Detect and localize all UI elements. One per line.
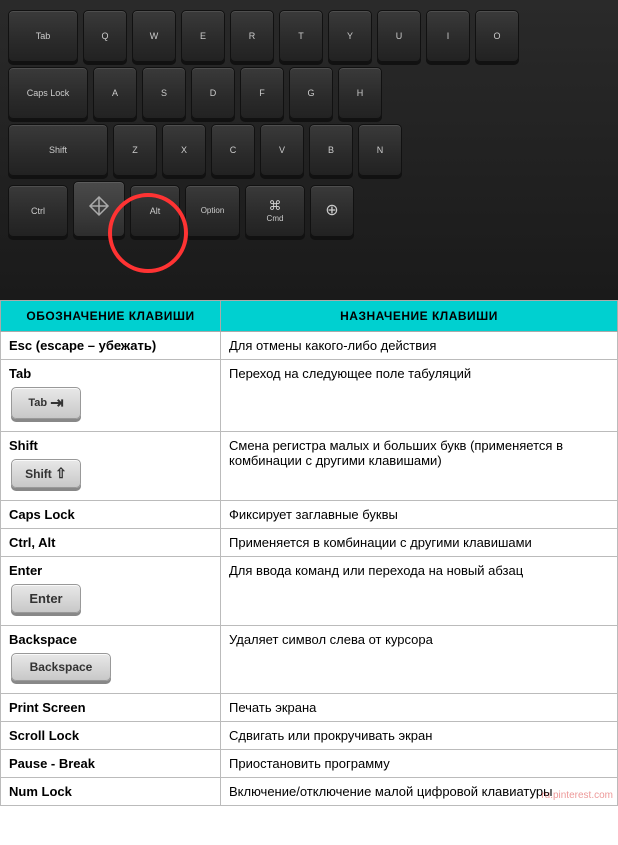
key-name-printscreen: Print Screen bbox=[1, 694, 221, 722]
backspace-key-illustration: Backspace bbox=[11, 653, 111, 681]
key-e[interactable]: E bbox=[181, 10, 225, 62]
key-d[interactable]: D bbox=[191, 67, 235, 119]
key-name-numlock: Num Lock bbox=[1, 778, 221, 806]
key-row-4: Ctrl Alt Option ⌘ Cmd bbox=[8, 181, 610, 237]
key-shift-left[interactable]: Shift bbox=[8, 124, 108, 176]
key-o[interactable]: O bbox=[475, 10, 519, 62]
key-cmd[interactable]: ⌘ Cmd bbox=[245, 185, 305, 237]
table-row-esc: Esc (escape – убежать) Для отмены какого… bbox=[1, 332, 618, 360]
key-tab[interactable]: Tab bbox=[8, 10, 78, 62]
key-desc-pause: Приостановить программу bbox=[221, 750, 618, 778]
key-desc-scrolllock: Сдвигать или прокручивать экран bbox=[221, 722, 618, 750]
key-i[interactable]: I bbox=[426, 10, 470, 62]
key-name-ctrl-alt: Ctrl, Alt bbox=[1, 529, 221, 557]
key-name-esc: Esc (escape – убежать) bbox=[1, 332, 221, 360]
key-q[interactable]: Q bbox=[83, 10, 127, 62]
table-row-pause: Pause - Break Приостановить программу bbox=[1, 750, 618, 778]
table-row-scrolllock: Scroll Lock Сдвигать или прокручивать эк… bbox=[1, 722, 618, 750]
key-desc-printscreen: Печать экрана bbox=[221, 694, 618, 722]
key-a[interactable]: A bbox=[93, 67, 137, 119]
key-reference-table: ОБОЗНАЧЕНИЕ КЛАВИШИ НАЗНАЧЕНИЕ КЛАВИШИ E… bbox=[0, 300, 618, 806]
key-v[interactable]: V bbox=[260, 124, 304, 176]
enter-key-illustration: Enter bbox=[11, 584, 81, 613]
keyboard-reference-table: ОБОЗНАЧЕНИЕ КЛАВИШИ НАЗНАЧЕНИЕ КЛАВИШИ E… bbox=[0, 300, 618, 806]
key-desc-shift: Смена регистра малых и больших букв (при… bbox=[221, 432, 618, 501]
table-row-enter: Enter Enter Для ввода команд или переход… bbox=[1, 557, 618, 626]
key-row-2: Caps Lock A S D F G H bbox=[8, 67, 610, 119]
key-alt[interactable]: Alt bbox=[130, 185, 180, 237]
key-y[interactable]: Y bbox=[328, 10, 372, 62]
key-name-scrolllock: Scroll Lock bbox=[1, 722, 221, 750]
key-caps-lock[interactable]: Caps Lock bbox=[8, 67, 88, 119]
key-ctrl[interactable]: Ctrl bbox=[8, 185, 68, 237]
key-caps-lock-label: Caps Lock bbox=[27, 88, 70, 99]
key-f[interactable]: F bbox=[240, 67, 284, 119]
key-shift-label: Shift bbox=[49, 145, 67, 156]
key-windows[interactable] bbox=[73, 181, 125, 237]
key-globe[interactable]: ⊕ bbox=[310, 185, 354, 237]
key-x[interactable]: X bbox=[162, 124, 206, 176]
key-h[interactable]: H bbox=[338, 67, 382, 119]
key-desc-enter: Для ввода команд или перехода на новый а… bbox=[221, 557, 618, 626]
key-desc-ctrl-alt: Применяется в комбинации с другими клави… bbox=[221, 529, 618, 557]
key-row-3: Shift Z X C V B N bbox=[8, 124, 610, 176]
watermark: ru.pinterest.com bbox=[541, 790, 613, 801]
key-option[interactable]: Option bbox=[185, 185, 240, 237]
keyboard-image: Tab Q W E R T Y U I O Caps Lock A S D F … bbox=[0, 0, 618, 300]
table-row-backspace: Backspace Backspace Удаляет символ слева… bbox=[1, 626, 618, 694]
key-r[interactable]: R bbox=[230, 10, 274, 62]
table-row-printscreen: Print Screen Печать экрана bbox=[1, 694, 618, 722]
tab-key-illustration: Tab ⇥ bbox=[11, 387, 81, 419]
key-b[interactable]: B bbox=[309, 124, 353, 176]
table-row-shift: Shift Shift ⇧ Смена регистра малых и бол… bbox=[1, 432, 618, 501]
key-w[interactable]: W bbox=[132, 10, 176, 62]
key-name-shift: Shift Shift ⇧ bbox=[1, 432, 221, 501]
key-name-capslock: Caps Lock bbox=[1, 501, 221, 529]
key-s[interactable]: S bbox=[142, 67, 186, 119]
key-name-tab: Tab Tab ⇥ bbox=[1, 360, 221, 432]
globe-icon: ⊕ bbox=[325, 201, 338, 220]
table-row-tab: Tab Tab ⇥ Переход на следующее поле табу… bbox=[1, 360, 618, 432]
col-header-description: НАЗНАЧЕНИЕ КЛАВИШИ bbox=[221, 301, 618, 332]
key-desc-backspace: Удаляет символ слева от курсора bbox=[221, 626, 618, 694]
shift-key-illustration: Shift ⇧ bbox=[11, 459, 81, 488]
key-name-enter: Enter Enter bbox=[1, 557, 221, 626]
windows-logo-icon bbox=[87, 194, 111, 224]
key-z[interactable]: Z bbox=[113, 124, 157, 176]
key-t[interactable]: T bbox=[279, 10, 323, 62]
key-desc-capslock: Фиксирует заглавные буквы bbox=[221, 501, 618, 529]
key-u[interactable]: U bbox=[377, 10, 421, 62]
key-name-pause: Pause - Break bbox=[1, 750, 221, 778]
table-row-numlock: Num Lock Включение/отключение малой цифр… bbox=[1, 778, 618, 806]
key-tab-label: Tab bbox=[36, 31, 51, 42]
table-row-capslock: Caps Lock Фиксирует заглавные буквы bbox=[1, 501, 618, 529]
table-row-ctrl-alt: Ctrl, Alt Применяется в комбинации с дру… bbox=[1, 529, 618, 557]
key-name-backspace: Backspace Backspace bbox=[1, 626, 221, 694]
col-header-key: ОБОЗНАЧЕНИЕ КЛАВИШИ bbox=[1, 301, 221, 332]
key-row-1: Tab Q W E R T Y U I O bbox=[8, 10, 610, 62]
key-n[interactable]: N bbox=[358, 124, 402, 176]
key-c[interactable]: C bbox=[211, 124, 255, 176]
key-g[interactable]: G bbox=[289, 67, 333, 119]
key-desc-tab: Переход на следующее поле табуляций bbox=[221, 360, 618, 432]
key-desc-esc: Для отмены какого-либо действия bbox=[221, 332, 618, 360]
